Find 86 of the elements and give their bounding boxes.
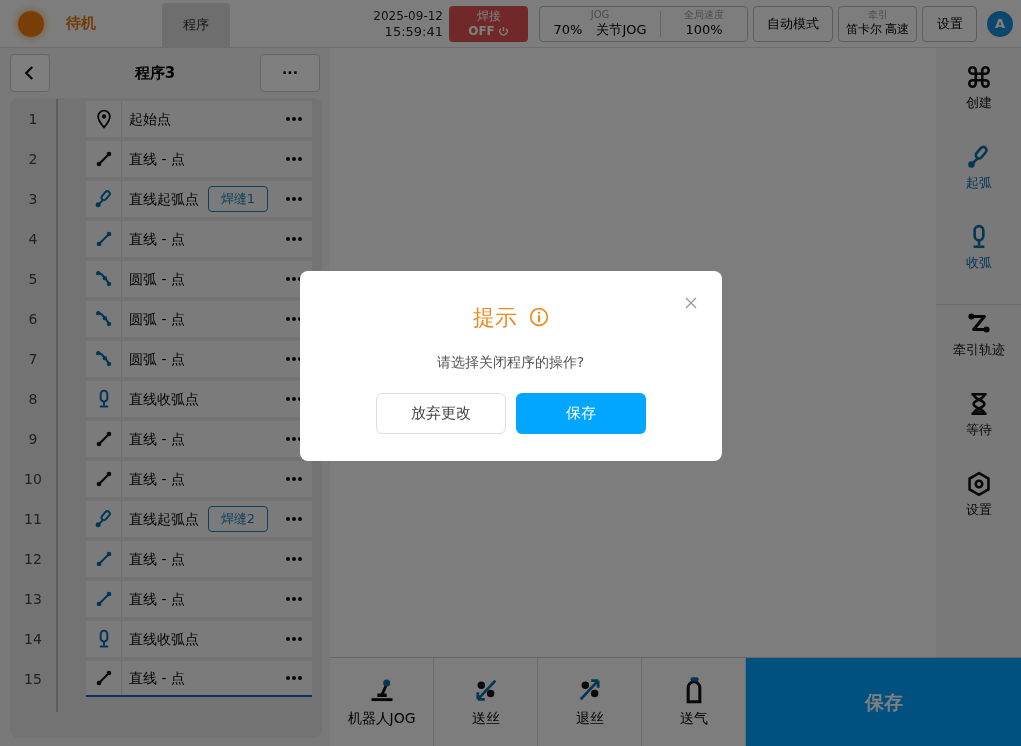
row-label: 直线收弧点	[129, 629, 199, 649]
jog-mode: 关节JOG	[596, 21, 647, 37]
close-icon[interactable]	[684, 296, 697, 309]
back-button[interactable]	[10, 54, 50, 92]
save-button[interactable]: 保存	[515, 392, 646, 434]
program-row[interactable]: 直线起弧点 焊缝1	[86, 181, 312, 217]
program-row[interactable]: 直线 - 点	[86, 661, 312, 697]
line-number: 8	[27, 389, 39, 409]
program-row[interactable]: 直线 - 点	[86, 541, 312, 577]
more-icon[interactable]	[286, 317, 302, 321]
line-number: 9	[27, 429, 39, 449]
command-icon	[965, 64, 992, 90]
line-number: 12	[23, 549, 43, 569]
more-icon[interactable]	[286, 357, 302, 361]
more-button[interactable]: ···	[260, 54, 320, 92]
row-label: 圆弧 - 点	[129, 269, 185, 289]
time-text: 15:59:41	[384, 23, 443, 40]
jog-value: 70%	[553, 21, 583, 37]
tool-button[interactable]: 收弧	[936, 224, 1021, 304]
row-label: 直线 - 点	[129, 469, 185, 489]
action-button[interactable]: 机器人JOG	[330, 658, 434, 746]
program-row[interactable]: 直线 - 点	[86, 141, 312, 177]
line-number: 10	[23, 469, 43, 489]
settings-icon	[965, 471, 992, 497]
row-label: 直线 - 点	[129, 229, 185, 249]
program-row[interactable]: 直线收弧点	[86, 621, 312, 657]
row-label: 直线 - 点	[129, 589, 185, 609]
more-icon[interactable]	[286, 437, 302, 441]
arc-path-icon	[93, 309, 114, 329]
row-label: 直线 - 点	[129, 429, 185, 449]
program-row[interactable]: 直线 - 点	[86, 461, 312, 497]
program-row[interactable]: 直线起弧点 焊缝2	[86, 501, 312, 537]
line-number: 14	[23, 629, 43, 649]
tool-button[interactable]: 设置	[936, 471, 1021, 551]
action-button[interactable]: 送丝	[434, 658, 538, 746]
line-number: 3	[27, 189, 39, 209]
line-number: 6	[27, 309, 39, 329]
line-number: 1	[27, 109, 39, 129]
line-number: 4	[27, 229, 39, 249]
row-label: 直线 - 点	[129, 149, 185, 169]
power-icon	[497, 25, 509, 37]
row-label: 直线 - 点	[129, 668, 185, 688]
program-row[interactable]: 起始点	[86, 101, 312, 137]
traction-value: 笛卡尔 高速	[845, 21, 910, 37]
more-icon[interactable]	[286, 277, 302, 281]
torch-icon	[93, 509, 114, 529]
weld-toggle[interactable]: 焊接 OFF	[449, 5, 528, 42]
line-number: 13	[23, 589, 43, 609]
row-label: 直线 - 点	[129, 549, 185, 569]
arc-path-icon	[93, 349, 114, 369]
tool-button[interactable]: 等待	[936, 391, 1021, 471]
row-label: 直线起弧点	[129, 189, 199, 209]
row-label: 起始点	[129, 109, 171, 129]
weld-seam-tag[interactable]: 焊缝1	[208, 186, 268, 212]
status-label: 待机	[66, 13, 97, 35]
line-number: 2	[27, 149, 39, 169]
line-number: 7	[27, 349, 39, 369]
program-title: 程序3	[133, 62, 177, 84]
row-label: 直线起弧点	[129, 509, 199, 529]
line-number: 11	[23, 509, 43, 529]
tab[interactable]: 程序	[162, 2, 230, 48]
discard-button[interactable]: 放弃更改	[375, 392, 506, 434]
settings-button[interactable]: 设置	[922, 5, 977, 42]
weld-seam-tag[interactable]: 焊缝2	[208, 506, 268, 532]
tool-button[interactable]: 牵引轨迹	[936, 311, 1021, 391]
program-row[interactable]: 直线 - 点	[86, 221, 312, 257]
line-number: 5	[27, 269, 39, 289]
speed-value: 100%	[685, 21, 723, 37]
dialog-message: 请选择关闭程序的操作?	[436, 352, 585, 372]
program-row[interactable]: 圆弧 - 点	[86, 261, 312, 297]
dialog-title: 提示	[472, 303, 517, 332]
more-icon[interactable]	[286, 397, 302, 401]
torch-icon	[93, 189, 114, 209]
row-label: 直线收弧点	[129, 389, 199, 409]
row-label: 圆弧 - 点	[129, 349, 185, 369]
info-icon	[528, 307, 549, 327]
date-text: 2025-09-12	[373, 7, 443, 24]
status-light-icon	[18, 10, 44, 37]
tool-button[interactable]: 创建	[936, 64, 1021, 144]
arc-path-icon	[93, 269, 114, 289]
action-button[interactable]: 退丝	[538, 658, 642, 746]
row-label: 圆弧 - 点	[129, 309, 185, 329]
line-number: 15	[23, 669, 43, 689]
mode-button[interactable]: 自动模式	[753, 5, 833, 42]
program-row[interactable]: 直线 - 点	[86, 581, 312, 617]
tool-button[interactable]: 起弧	[936, 144, 1021, 224]
